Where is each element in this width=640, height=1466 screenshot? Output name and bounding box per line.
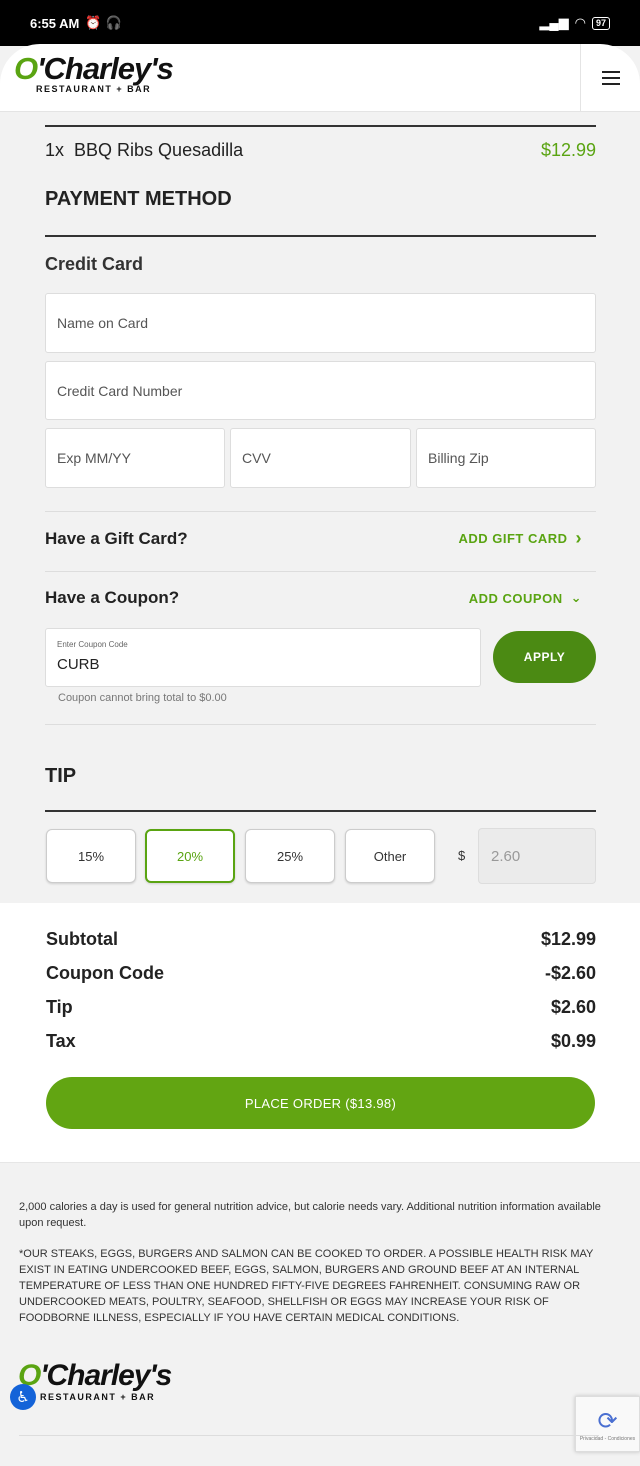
tip-currency: $ xyxy=(458,848,466,863)
item-name: BBQ Ribs Quesadilla xyxy=(74,140,244,160)
coupon-code-value: CURB xyxy=(57,656,100,673)
apply-coupon-button[interactable]: APPLY xyxy=(493,631,596,683)
footer-logo[interactable]: O'Charley's RESTAURANT + BAR xyxy=(18,1360,172,1403)
exp-date-field[interactable]: Exp MM/YY xyxy=(45,428,225,488)
order-item-row: 1x BBQ Ribs Quesadilla $12.99 xyxy=(45,140,596,161)
coupon-code-label: Enter Coupon Code xyxy=(57,640,128,649)
item-price: $12.99 xyxy=(540,140,596,160)
coupon-row: Have a Coupon? ADD COUPON ⌄ xyxy=(45,588,596,608)
signal-icon: ▂▄▆ xyxy=(539,15,569,30)
add-gift-card-button[interactable]: ADD GIFT CARD › xyxy=(458,528,596,549)
headphones-icon: 🎧 xyxy=(105,15,122,30)
status-bar: 6:55 AM ⏰ 🎧 ▂▄▆ ◠ 97 xyxy=(0,0,640,46)
site-header: O'Charley's RESTAURANT + BAR xyxy=(0,44,640,112)
place-order-button[interactable]: PLACE ORDER ($13.98) xyxy=(46,1077,595,1129)
accessibility-icon[interactable]: ♿ xyxy=(10,1384,36,1410)
nutrition-note: 2,000 calories a day is used for general… xyxy=(19,1201,601,1229)
item-qty: 1x xyxy=(45,140,65,160)
order-summary: Subtotal $12.99 Coupon Code -$2.60 Tip $2.6… xyxy=(0,903,640,1163)
tip-option-20[interactable]: 20% xyxy=(145,829,235,883)
brand-logo[interactable]: O'Charley's RESTAURANT + BAR xyxy=(14,52,174,95)
recaptcha-icon: ⟳ xyxy=(597,1407,618,1435)
coupon-code-input[interactable]: Enter Coupon Code CURB xyxy=(45,628,481,687)
tip-amount-input[interactable]: 2.60 xyxy=(478,828,596,884)
status-time: 6:55 AM xyxy=(30,15,80,31)
gift-card-label: Have a Gift Card? xyxy=(45,528,188,548)
divider xyxy=(45,235,596,237)
hamburger-icon xyxy=(601,67,620,89)
alarm-icon: ⏰ xyxy=(85,15,102,30)
subtotal-row: Subtotal $12.99 xyxy=(46,929,596,949)
tip-title: TIP xyxy=(45,765,77,787)
billing-zip-field[interactable]: Billing Zip xyxy=(416,428,596,488)
tip-row: Tip $2.60 xyxy=(46,997,596,1017)
tip-option-other[interactable]: Other xyxy=(345,829,435,883)
gift-card-row: Have a Gift Card? ADD GIFT CARD › xyxy=(45,528,596,549)
coupon-code-row: Coupon Code -$2.60 xyxy=(46,963,596,983)
name-on-card-field[interactable]: Name on Card xyxy=(45,293,596,353)
add-coupon-button[interactable]: ADD COUPON ⌄ xyxy=(469,590,596,606)
divider xyxy=(45,724,596,725)
tip-option-15[interactable]: 15% xyxy=(46,829,136,883)
payment-method-title: PAYMENT METHOD xyxy=(45,188,232,210)
recaptcha-badge[interactable]: ⟳ Privacidad - Condiciones xyxy=(575,1396,640,1452)
coupon-label: Have a Coupon? xyxy=(45,588,180,607)
divider xyxy=(45,511,596,512)
chevron-down-icon: ⌄ xyxy=(570,590,582,605)
divider xyxy=(45,810,596,812)
divider xyxy=(19,1435,599,1436)
tip-option-25[interactable]: 25% xyxy=(245,829,335,883)
menu-button[interactable] xyxy=(580,44,640,112)
coupon-hint: Coupon cannot bring total to $0.00 xyxy=(58,692,227,704)
cvv-field[interactable]: CVV xyxy=(230,428,411,488)
divider xyxy=(45,125,596,127)
credit-card-number-field[interactable]: Credit Card Number xyxy=(45,361,596,420)
battery-icon: 97 xyxy=(591,16,610,30)
tax-row: Tax $0.99 xyxy=(46,1031,596,1051)
wifi-icon: ◠ xyxy=(574,15,586,30)
food-safety-warning: *OUR STEAKS, EGGS, BURGERS AND SALMON CA… xyxy=(19,1248,594,1324)
chevron-right-icon: › xyxy=(575,528,582,548)
credit-card-title: Credit Card xyxy=(45,254,144,274)
divider xyxy=(45,571,596,572)
